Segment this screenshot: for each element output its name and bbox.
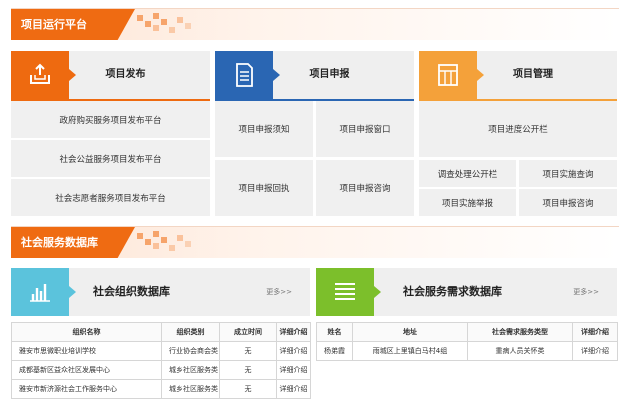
apply-item[interactable]: 项目申报须知 — [215, 101, 313, 157]
bar-chart-icon — [11, 268, 76, 316]
column-title: 项目管理 — [513, 69, 553, 80]
table-row: 杨弟霞 雨城区上里镇白马村4组 重病人员关怀类 详细介绍 — [316, 341, 618, 361]
column-header: 姓名 — [316, 322, 353, 342]
manage-item[interactable]: 项目实施查询 — [519, 160, 617, 187]
publish-item[interactable]: 社会公益服务项目发布平台 — [11, 140, 210, 177]
org-table: 组织名称 组织类别 成立时间 详细介绍 雅安市思微职业培训学校 行业协会商会类 … — [11, 322, 311, 399]
column-header-publish[interactable]: 项目发布 — [11, 51, 210, 101]
column-title: 项目申报 — [309, 69, 350, 80]
detail-link[interactable]: 详细介绍 — [572, 341, 618, 361]
founded-date: 无 — [219, 379, 277, 399]
table-row: 成都基新区益众社区发展中心 城乡社区服务类 无 详细介绍 — [11, 360, 311, 380]
founded-date: 无 — [219, 341, 277, 361]
table-row: 雅安市思微职业培训学校 行业协会商会类 无 详细介绍 — [11, 341, 311, 361]
column-header: 详细介绍 — [276, 322, 311, 342]
section-title: 项目运行平台 — [11, 9, 135, 40]
demand-database-header[interactable]: 社会服务需求数据库 更多>> — [316, 268, 617, 316]
publish-item[interactable]: 社会志愿者服务项目发布平台 — [11, 179, 210, 216]
list-lines-icon — [316, 268, 381, 316]
person-name: 杨弟霞 — [316, 341, 353, 361]
column-header-apply[interactable]: 项目申报 — [215, 51, 414, 101]
org-name: 雅安市思微职业培训学校 — [11, 341, 162, 361]
column-header: 社会需求服务类型 — [467, 322, 573, 342]
more-link[interactable]: 更多>> — [573, 268, 599, 316]
column-header: 组织类别 — [161, 322, 220, 342]
decorative-squares — [135, 13, 195, 37]
column-title: 项目发布 — [105, 69, 146, 80]
panel-title: 社会组织数据库 — [93, 285, 170, 298]
apply-item[interactable]: 项目申报回执 — [215, 160, 313, 216]
table-header-row: 姓名 地址 社会需求服务类型 详细介绍 — [316, 322, 618, 342]
table-header-row: 组织名称 组织类别 成立时间 详细介绍 — [11, 322, 311, 342]
manage-item[interactable]: 项目申报咨询 — [519, 189, 617, 216]
org-category: 行业协会商会类 — [161, 341, 220, 361]
detail-link[interactable]: 详细介绍 — [276, 341, 311, 361]
column-header: 地址 — [352, 322, 468, 342]
column-header: 成立时间 — [219, 322, 277, 342]
founded-date: 无 — [219, 360, 277, 380]
service-type: 重病人员关怀类 — [467, 341, 573, 361]
manage-item[interactable]: 项目实施举报 — [419, 189, 516, 216]
more-link[interactable]: 更多>> — [266, 268, 292, 316]
org-name: 成都基新区益众社区发展中心 — [11, 360, 162, 380]
manage-item-main[interactable]: 项目进度公开栏 — [419, 101, 617, 157]
org-name: 雅安市新济源社会工作服务中心 — [11, 379, 162, 399]
detail-link[interactable]: 详细介绍 — [276, 379, 311, 399]
publish-item[interactable]: 政府购买服务项目发布平台 — [11, 101, 210, 138]
address: 雨城区上里镇白马村4组 — [352, 341, 468, 361]
panel-title: 社会服务需求数据库 — [403, 285, 502, 298]
decorative-squares — [135, 231, 195, 255]
section-header-platform: 项目运行平台 — [11, 8, 619, 40]
org-category: 城乡社区服务类 — [161, 360, 220, 380]
section-title: 社会服务数据库 — [11, 227, 135, 258]
column-header: 组织名称 — [11, 322, 162, 342]
apply-item[interactable]: 项目申报窗口 — [316, 101, 414, 157]
detail-link[interactable]: 详细介绍 — [276, 360, 311, 380]
column-header: 详细介绍 — [572, 322, 618, 342]
org-category: 城乡社区服务类 — [161, 379, 220, 399]
manage-item[interactable]: 调查处理公开栏 — [419, 160, 516, 187]
table-row: 雅安市新济源社会工作服务中心 城乡社区服务类 无 详细介绍 — [11, 379, 311, 399]
demand-table: 姓名 地址 社会需求服务类型 详细介绍 杨弟霞 雨城区上里镇白马村4组 重病人员… — [316, 322, 618, 361]
org-database-header[interactable]: 社会组织数据库 更多>> — [11, 268, 310, 316]
column-header-manage[interactable]: 项目管理 — [419, 51, 617, 101]
section-header-database: 社会服务数据库 — [11, 226, 619, 258]
apply-item[interactable]: 项目申报咨询 — [316, 160, 414, 216]
